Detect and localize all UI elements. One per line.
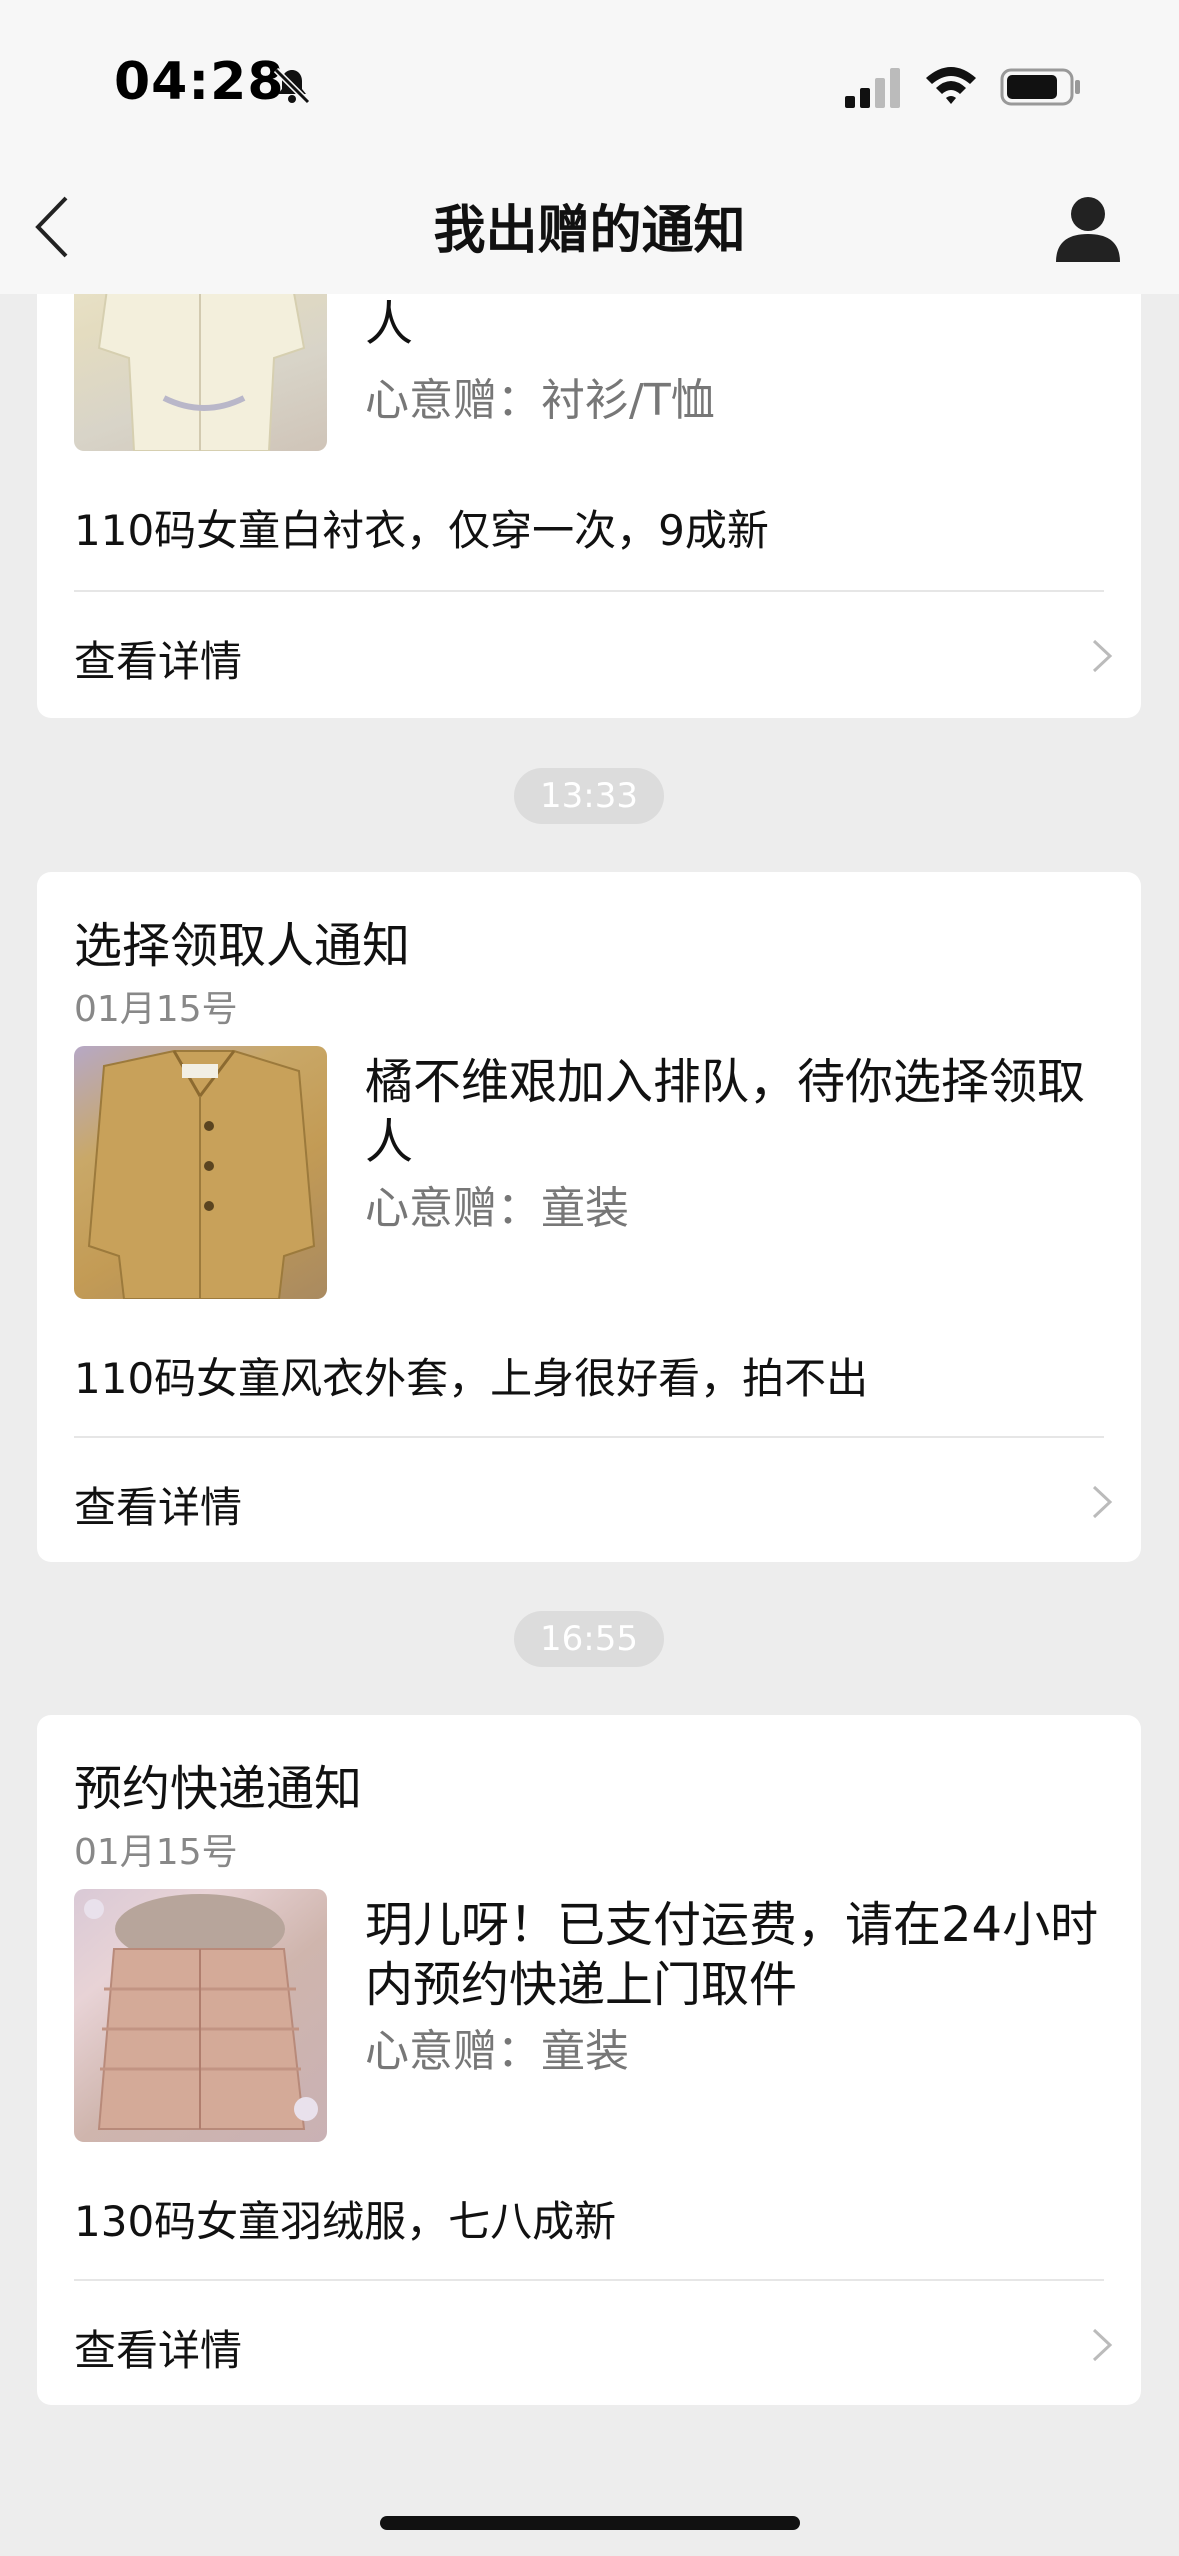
item-description: 110码女童白衬衣，仅穿一次，9成新	[74, 506, 769, 555]
chevron-right-icon	[1092, 2328, 1113, 2362]
page-title: 我出赠的通知	[433, 201, 746, 261]
view-details-button[interactable]: 查看详情	[37, 2281, 1141, 2407]
card-title: 选择领取人通知	[74, 918, 411, 974]
timestamp-pill: 16:55	[514, 1611, 664, 1667]
signal-icon	[845, 68, 900, 108]
gift-category: 心意赠：衬衫/T恤	[365, 375, 715, 426]
card-title: 预约快递通知	[74, 1761, 363, 1817]
notification-list[interactable]: 人 心意赠：衬衫/T恤 110码女童白衬衣，仅穿一次，9成新 查看详情 13:3…	[0, 294, 1179, 2556]
notification-message: 橘不维艰加入排队，待你选择领取人	[365, 1054, 1086, 1170]
bell-off-icon	[273, 67, 311, 105]
chevron-right-icon	[1092, 1485, 1113, 1519]
gift-category: 心意赠：童装	[365, 1183, 629, 1234]
gift-category: 心意赠：童装	[365, 2026, 629, 2077]
view-details-label: 查看详情	[74, 2326, 243, 2375]
notification-card: 人 心意赠：衬衫/T恤 110码女童白衬衣，仅穿一次，9成新 查看详情	[37, 294, 1141, 718]
item-description: 130码女童羽绒服，七八成新	[74, 2197, 617, 2246]
timestamp-pill: 13:33	[514, 768, 664, 824]
notification-message: 玥儿呀！已支付运费，请在24小时内预约快递上门取件	[365, 1897, 1099, 2013]
notification-card: 选择领取人通知 01月15号 橘不维艰加入排队，待你选择领取人 心意赠：童装 1…	[37, 872, 1141, 1562]
view-details-label: 查看详情	[74, 637, 243, 686]
home-indicator[interactable]	[380, 2516, 800, 2530]
item-thumbnail[interactable]	[74, 1046, 327, 1299]
person-icon[interactable]	[1050, 190, 1126, 266]
view-details-button[interactable]: 查看详情	[37, 592, 1141, 718]
shirt-image	[97, 294, 306, 451]
item-thumbnail[interactable]	[74, 1889, 327, 2142]
view-details-label: 查看详情	[74, 1483, 243, 1532]
wifi-icon	[926, 67, 976, 104]
item-description: 110码女童风衣外套，上身很好看，拍不出	[74, 1354, 869, 1403]
nav-bar: 我出赠的通知	[0, 160, 1179, 294]
chevron-right-icon	[1092, 639, 1113, 673]
view-details-button[interactable]: 查看详情	[37, 1438, 1141, 1564]
down-jacket-image	[84, 1894, 318, 2130]
card-date: 01月15号	[74, 989, 238, 1030]
status-bar: 04:28	[0, 0, 1179, 160]
card-date: 01月15号	[74, 1832, 238, 1873]
coat-image	[87, 1050, 316, 1299]
notification-message: 人	[365, 296, 414, 352]
status-time: 04:28	[114, 52, 285, 112]
item-thumbnail[interactable]	[74, 294, 327, 451]
battery-icon	[1000, 68, 1080, 106]
notification-card: 预约快递通知 01月15号 玥儿呀！已支付运费，请在24小时内预约快递上门取件 …	[37, 1715, 1141, 2405]
